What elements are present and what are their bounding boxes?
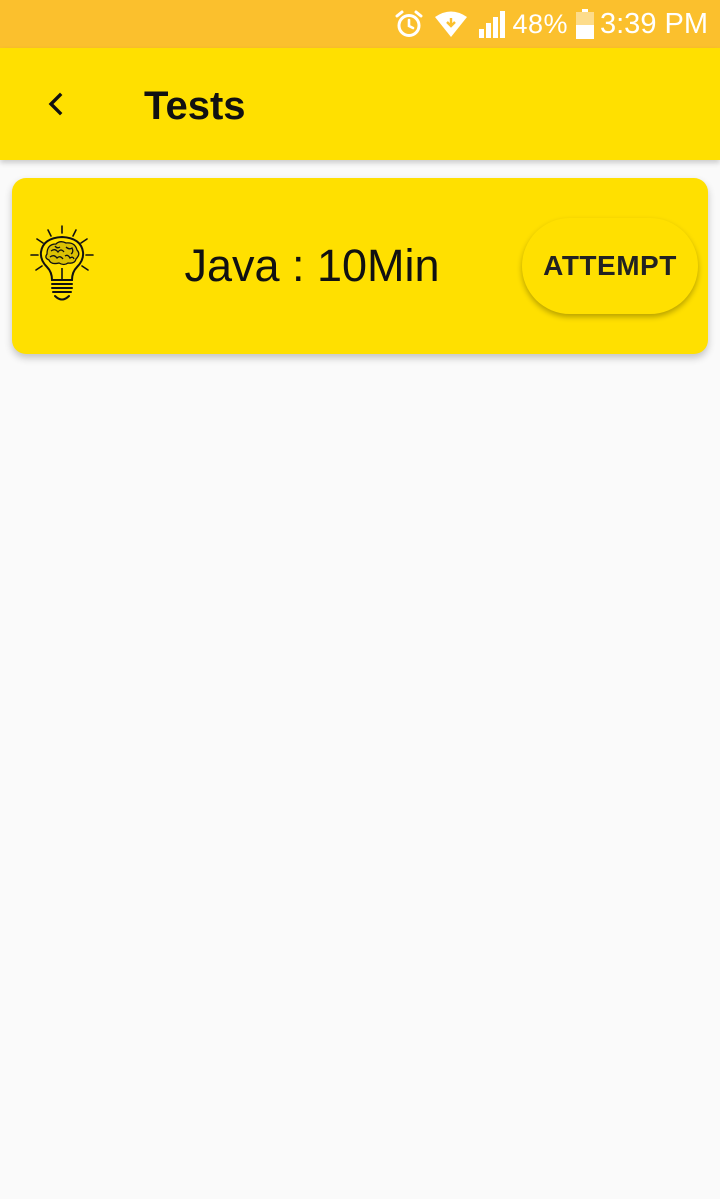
battery-icon bbox=[576, 9, 594, 39]
page-title: Tests bbox=[144, 84, 246, 128]
status-bar: 48% 3:39 PM bbox=[0, 0, 720, 48]
lightbulb-brain-icon bbox=[28, 224, 96, 306]
battery-percent: 48% bbox=[512, 8, 568, 39]
test-card-java: Java : 10Min ATTEMPT bbox=[12, 178, 708, 354]
signal-icon bbox=[478, 10, 506, 38]
back-button[interactable] bbox=[28, 76, 84, 132]
attempt-button[interactable]: ATTEMPT bbox=[522, 218, 698, 314]
wifi-icon bbox=[434, 10, 468, 38]
chevron-left-icon bbox=[48, 92, 63, 116]
test-name: Java : 10Min bbox=[184, 240, 440, 291]
alarm-icon bbox=[394, 9, 424, 39]
app-bar: Tests bbox=[0, 48, 720, 160]
clock-time: 3:39 PM bbox=[600, 7, 708, 40]
